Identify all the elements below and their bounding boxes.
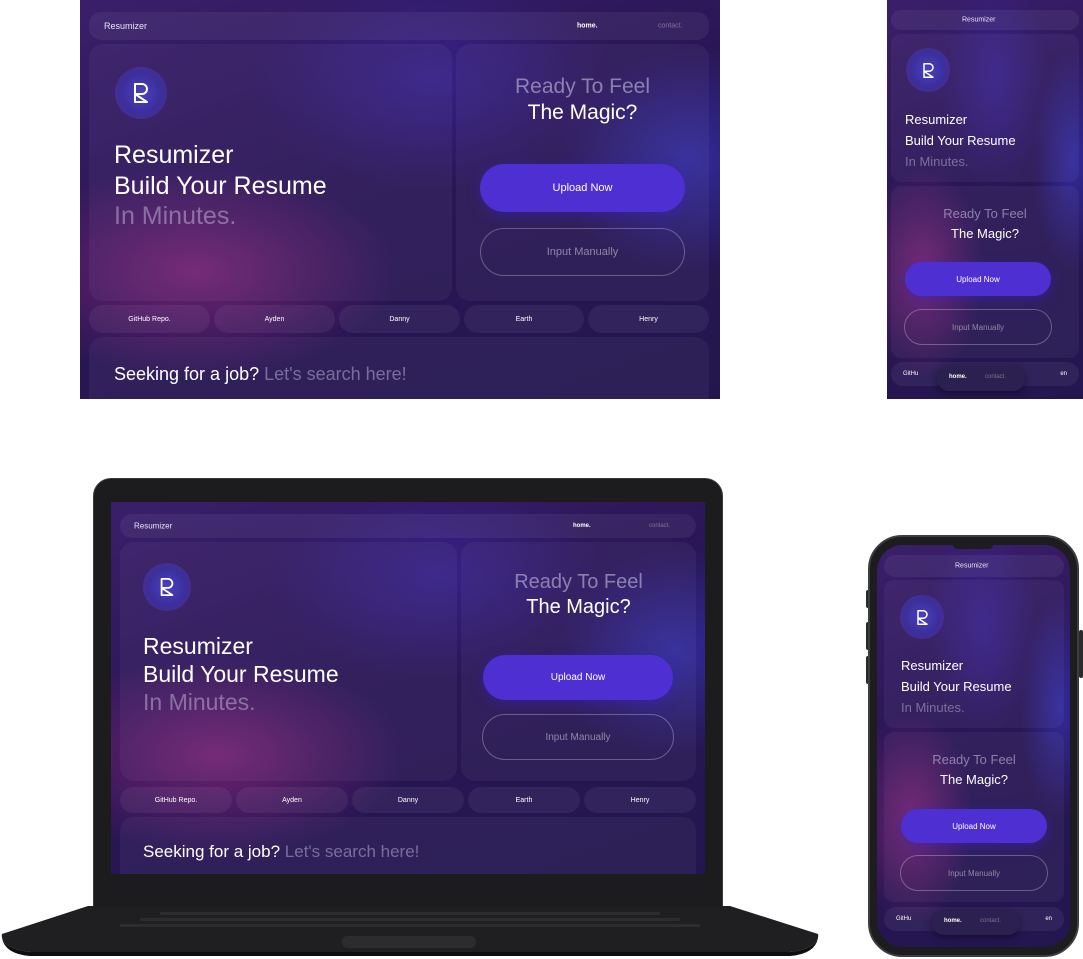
link-ayden[interactable]: Ayden <box>214 305 335 333</box>
mobile-floating-nav: home. contact. <box>937 367 1025 391</box>
cta-line-1: Ready To Feel <box>514 75 651 98</box>
mobile-nav-contact-link[interactable]: contact. <box>985 374 1006 380</box>
laptop-hero-heading: Resumizer Build Your Resume In Minutes. <box>143 632 339 716</box>
phone-navbar: Resumizer <box>884 555 1064 577</box>
laptop-cta-line-2: The Magic? <box>526 596 631 618</box>
phone-screen: Resumizer Resumizer Build Your Resume In… <box>877 545 1070 947</box>
phone-hero-line-2: Build Your Resume <box>901 678 1012 694</box>
cta-line-2: The Magic? <box>527 101 638 125</box>
phone-upload-now-button[interactable]: Upload Now <box>901 809 1047 843</box>
phone-nav-home-link[interactable]: home. <box>944 918 962 924</box>
hero-line-2: Build Your Resume <box>114 171 327 200</box>
mobile-cta-line-2: The Magic? <box>951 225 1019 241</box>
search-heading: Seeking for a job? Let's search here! <box>114 364 407 385</box>
laptop-search-panel: Seeking for a job? Let's search here! <box>120 817 696 874</box>
phone-hero-heading: Resumizer Build Your Resume In Minutes. <box>901 656 1012 718</box>
laptop-link-github[interactable]: GitHub Repo. <box>120 787 232 813</box>
search-panel: Seeking for a job? Let's search here! <box>89 337 709 399</box>
laptop-hero-line-2: Build Your Resume <box>143 661 339 688</box>
logo-icon <box>115 67 167 119</box>
upload-now-button[interactable]: Upload Now <box>480 164 685 212</box>
mobile-hero-line-3: In Minutes. <box>905 153 969 169</box>
mobile-preview: Resumizer Resumizer Build Your Resume In… <box>887 0 1083 399</box>
mobile-link-github-partial[interactable]: GitHu <box>903 371 918 377</box>
phone-hero-line-3: In Minutes. <box>901 699 965 715</box>
laptop-base <box>1 906 819 956</box>
nav-contact-link[interactable]: contact. <box>658 23 683 30</box>
link-github[interactable]: GitHub Repo. <box>89 305 210 333</box>
mobile-cta-panel: Ready To Feel The Magic? Upload Now Inpu… <box>891 186 1079 358</box>
mobile-hero-line-2: Build Your Resume <box>905 132 1016 148</box>
search-heading-strong: Seeking for a job? <box>114 364 260 384</box>
phone-floating-nav: home. contact. <box>932 911 1020 935</box>
hero-line-3: In Minutes. <box>114 202 237 230</box>
phone-nav-contact-link[interactable]: contact. <box>980 918 1001 924</box>
laptop-navbar: Resumizer home. contact. <box>120 514 696 538</box>
laptop-cta-heading: Ready To Feel The Magic? <box>461 570 696 620</box>
phone-nav-brand[interactable]: Resumizer <box>955 563 988 570</box>
laptop-nav-contact-link[interactable]: contact. <box>649 523 670 529</box>
link-henry[interactable]: Henry <box>588 305 709 333</box>
cta-panel: Ready To Feel The Magic? Upload Now Inpu… <box>456 44 709 301</box>
mobile-input-manually-button[interactable]: Input Manually <box>904 309 1052 345</box>
laptop-nav-brand[interactable]: Resumizer <box>134 522 172 531</box>
link-earth[interactable]: Earth <box>464 305 584 333</box>
phone-hero-line-1: Resumizer <box>901 658 964 673</box>
phone-cta-heading: Ready To Feel The Magic? <box>884 750 1064 789</box>
phone-link-partial-right[interactable]: en <box>1045 916 1052 922</box>
laptop-link-henry[interactable]: Henry <box>584 787 696 813</box>
mobile-upload-now-button[interactable]: Upload Now <box>905 262 1051 296</box>
laptop-cta-panel: Ready To Feel The Magic? Upload Now Inpu… <box>461 542 696 781</box>
search-heading-dim[interactable]: Let's search here! <box>264 364 407 384</box>
laptop-hero-panel: Resumizer Build Your Resume In Minutes. <box>120 542 457 781</box>
mobile-nav-brand[interactable]: Resumizer <box>962 17 995 24</box>
hero-heading: Resumizer Build Your Resume In Minutes. <box>114 140 327 232</box>
mobile-logo-icon <box>906 48 950 92</box>
laptop-hero-line-1: Resumizer <box>143 633 253 659</box>
desktop-preview: Resumizer home. contact. Resumizer Build… <box>80 0 720 399</box>
laptop-nav-home-link[interactable]: home. <box>573 523 591 529</box>
laptop-input-manually-button[interactable]: Input Manually <box>482 714 674 760</box>
input-manually-button[interactable]: Input Manually <box>480 228 685 276</box>
mobile-cta-line-1: Ready To Feel <box>943 206 1027 221</box>
laptop-screen: Resumizer home. contact. Resumizer Build… <box>111 502 705 874</box>
laptop-link-ayden[interactable]: Ayden <box>236 787 348 813</box>
mobile-navbar: Resumizer <box>891 10 1079 30</box>
laptop-link-earth[interactable]: Earth <box>468 787 580 813</box>
mobile-link-partial-right[interactable]: en <box>1060 371 1067 377</box>
nav-brand[interactable]: Resumizer <box>104 21 147 31</box>
laptop-logo-icon <box>143 563 191 611</box>
navbar: Resumizer home. contact. <box>89 12 709 40</box>
nav-home-link[interactable]: home. <box>577 23 598 30</box>
phone-cta-panel: Ready To Feel The Magic? Upload Now Inpu… <box>884 732 1064 902</box>
hero-panel: Resumizer Build Your Resume In Minutes. <box>89 44 452 301</box>
laptop-cta-line-1: Ready To Feel <box>514 571 643 593</box>
hero-line-1: Resumizer <box>114 141 234 169</box>
laptop-hero-line-3: In Minutes. <box>143 689 256 716</box>
laptop-search-heading-strong: Seeking for a job? <box>143 842 281 861</box>
phone-input-manually-button[interactable]: Input Manually <box>900 855 1048 891</box>
mobile-hero-panel: Resumizer Build Your Resume In Minutes. <box>891 34 1079 182</box>
cta-heading: Ready To Feel The Magic? <box>456 74 709 127</box>
laptop-upload-now-button[interactable]: Upload Now <box>483 655 673 700</box>
phone-cta-line-1: Ready To Feel <box>932 752 1016 767</box>
link-danny[interactable]: Danny <box>339 305 460 333</box>
mobile-cta-heading: Ready To Feel The Magic? <box>891 204 1079 243</box>
laptop-search-heading-dim[interactable]: Let's search here! <box>285 842 420 861</box>
mobile-nav-home-link[interactable]: home. <box>949 374 967 380</box>
phone-link-github-partial[interactable]: GitHu <box>896 916 911 922</box>
laptop-search-heading: Seeking for a job? Let's search here! <box>143 842 419 862</box>
mobile-hero-line-1: Resumizer <box>905 112 968 127</box>
phone-notch <box>953 545 993 549</box>
mobile-hero-heading: Resumizer Build Your Resume In Minutes. <box>905 110 1016 172</box>
laptop-link-danny[interactable]: Danny <box>352 787 464 813</box>
phone-power-button <box>1079 630 1083 678</box>
phone-logo-icon <box>900 595 944 639</box>
phone-cta-line-2: The Magic? <box>940 771 1008 787</box>
phone-hero-panel: Resumizer Build Your Resume In Minutes. <box>884 580 1064 728</box>
